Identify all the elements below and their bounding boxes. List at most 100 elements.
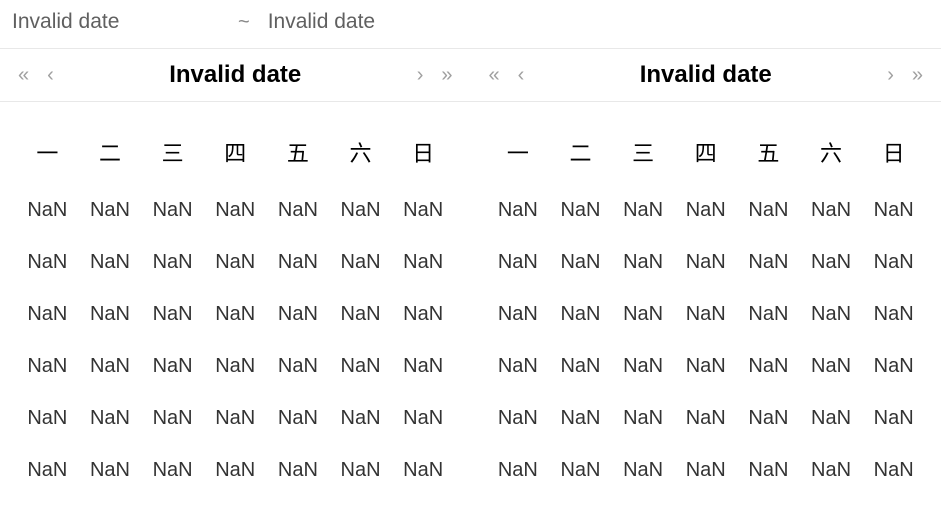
next-year-icon[interactable]: » [437,63,456,87]
calendar-cell[interactable]: NaN [800,452,863,488]
calendar-cell[interactable]: NaN [549,400,612,436]
calendar-cell[interactable]: NaN [204,452,267,488]
calendar-cell[interactable]: NaN [329,296,392,332]
calendar-cell[interactable]: NaN [674,348,737,384]
calendar-cell[interactable]: NaN [612,296,675,332]
calendar-cell[interactable]: NaN [612,244,675,280]
calendar-cell[interactable]: NaN [16,348,79,384]
calendar-cell[interactable]: NaN [800,192,863,228]
calendar-cell[interactable]: NaN [487,244,550,280]
end-date-input[interactable] [268,10,488,34]
calendar-cell[interactable]: NaN [549,296,612,332]
calendar-cell[interactable]: NaN [737,348,800,384]
prev-year-icon[interactable]: « [485,63,504,87]
calendar-cell[interactable]: NaN [141,400,204,436]
calendar-cell[interactable]: NaN [16,452,79,488]
calendar-cell[interactable]: NaN [674,244,737,280]
calendar-cell[interactable]: NaN [79,400,142,436]
calendar-cell[interactable]: NaN [79,192,142,228]
calendar-cell[interactable]: NaN [862,400,925,436]
calendar-cell[interactable]: NaN [79,296,142,332]
calendar-cell[interactable]: NaN [79,452,142,488]
calendar-cell[interactable]: NaN [392,452,455,488]
calendar-cell[interactable]: NaN [800,400,863,436]
weekday-header: 一 [487,132,550,176]
calendar-cell[interactable]: NaN [862,244,925,280]
calendar-cell[interactable]: NaN [862,296,925,332]
calendar-cell[interactable]: NaN [674,296,737,332]
calendar-cell[interactable]: NaN [392,400,455,436]
calendar-cell[interactable]: NaN [392,192,455,228]
calendar-cell[interactable]: NaN [204,296,267,332]
calendar-cell[interactable]: NaN [487,452,550,488]
calendar-cell[interactable]: NaN [204,244,267,280]
calendar-cell[interactable]: NaN [612,400,675,436]
calendar-cell[interactable]: NaN [141,192,204,228]
calendar-cell[interactable]: NaN [674,400,737,436]
calendar-cell[interactable]: NaN [737,400,800,436]
calendar-cell[interactable]: NaN [204,192,267,228]
calendar-cell[interactable]: NaN [737,192,800,228]
next-year-icon[interactable]: » [908,63,927,87]
range-separator: ~ [238,11,250,34]
calendar-cell[interactable]: NaN [800,348,863,384]
calendar-cell[interactable]: NaN [329,244,392,280]
calendar-cell[interactable]: NaN [487,296,550,332]
calendar-cell[interactable]: NaN [141,348,204,384]
calendar-cell[interactable]: NaN [549,452,612,488]
calendar-cell[interactable]: NaN [141,452,204,488]
calendar-cell[interactable]: NaN [487,400,550,436]
calendar-cell[interactable]: NaN [549,348,612,384]
prev-month-icon[interactable]: ‹ [514,63,529,87]
calendar-cell[interactable]: NaN [267,452,330,488]
calendar-cell[interactable]: NaN [549,244,612,280]
calendar-row: NaNNaNNaNNaNNaNNaNNaN [16,400,455,436]
calendar-cell[interactable]: NaN [800,296,863,332]
calendar-cell[interactable]: NaN [267,192,330,228]
calendar-cell[interactable]: NaN [16,192,79,228]
calendar-cell[interactable]: NaN [267,400,330,436]
calendar-cell[interactable]: NaN [549,192,612,228]
calendar-cell[interactable]: NaN [862,192,925,228]
calendar-cell[interactable]: NaN [612,452,675,488]
calendar-cell[interactable]: NaN [267,244,330,280]
calendar-row: NaNNaNNaNNaNNaNNaNNaN [16,244,455,280]
calendar-cell[interactable]: NaN [267,348,330,384]
calendar-cell[interactable]: NaN [141,244,204,280]
start-date-input[interactable] [12,10,232,34]
calendar-cell[interactable]: NaN [487,192,550,228]
calendar-cell[interactable]: NaN [329,348,392,384]
next-month-icon[interactable]: › [883,63,898,87]
calendar-cell[interactable]: NaN [329,400,392,436]
prev-month-icon[interactable]: ‹ [43,63,58,87]
calendar-cell[interactable]: NaN [862,452,925,488]
calendar-cell[interactable]: NaN [392,348,455,384]
calendar-cell[interactable]: NaN [141,296,204,332]
calendar-cell[interactable]: NaN [612,348,675,384]
calendar-cell[interactable]: NaN [16,296,79,332]
calendar-cell[interactable]: NaN [862,348,925,384]
calendar-cell[interactable]: NaN [737,452,800,488]
calendar-cell[interactable]: NaN [16,244,79,280]
calendar-cell[interactable]: NaN [329,452,392,488]
calendar-cell[interactable]: NaN [612,192,675,228]
calendar-cell[interactable]: NaN [204,400,267,436]
calendar-cell[interactable]: NaN [79,348,142,384]
calendar-cell[interactable]: NaN [329,192,392,228]
calendar-cell[interactable]: NaN [674,192,737,228]
left-calendar-title[interactable]: Invalid date [169,61,301,89]
calendar-cell[interactable]: NaN [267,296,330,332]
next-month-icon[interactable]: › [413,63,428,87]
calendar-cell[interactable]: NaN [392,296,455,332]
calendar-cell[interactable]: NaN [737,244,800,280]
calendar-cell[interactable]: NaN [737,296,800,332]
calendar-cell[interactable]: NaN [674,452,737,488]
calendar-cell[interactable]: NaN [79,244,142,280]
right-calendar-title[interactable]: Invalid date [640,61,772,89]
prev-year-icon[interactable]: « [14,63,33,87]
calendar-cell[interactable]: NaN [16,400,79,436]
calendar-cell[interactable]: NaN [204,348,267,384]
calendar-cell[interactable]: NaN [800,244,863,280]
calendar-cell[interactable]: NaN [487,348,550,384]
calendar-cell[interactable]: NaN [392,244,455,280]
